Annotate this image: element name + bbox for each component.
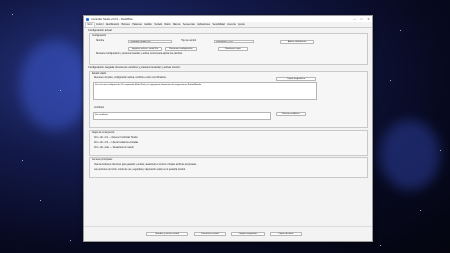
star [440,150,441,151]
tab-bar: Inicio Control Identificación Botones Pa… [84,21,372,28]
star [400,30,401,31]
window-title: Controller Studio v2.0.0 – RoxiWhite [91,17,133,21]
quick-status-group: Estado rápido Resumen del plan, configur… [89,71,368,128]
tab-sensibilidad[interactable]: Sensibilidad [211,23,226,27]
quick-access-line-2: Las opciones de Inicio, modo de uso, seg… [94,169,186,171]
tab-raton[interactable]: Ratón [163,23,172,27]
main-content: Configuración actual Configuración Nombr… [88,29,368,241]
save-activate-button[interactable]: Guardar y activar control [146,232,188,236]
tab-ayuda[interactable]: Ayuda [237,23,246,27]
nebula-glow [380,120,440,190]
quick-status-label: Estado rápido [92,72,107,75]
minimize-icon[interactable]: — [351,16,358,22]
nebula-glow [20,40,90,130]
config-group-label: Configuración [92,34,107,37]
conflicts-area[interactable]: Sin conflictos. [93,111,271,120]
tab-licencia[interactable]: Licencia [226,23,237,27]
name-label: Nombre [96,40,105,42]
tab-macros[interactable]: Macros [172,23,182,27]
window-controls: — □ ✕ [351,16,372,22]
tab-palancas[interactable]: Palancas [131,23,143,27]
star [12,14,13,15]
status-summary: Resumen del plan, configuración activa, … [94,77,167,79]
apply-distribution-button[interactable]: Aplicar distribución [280,39,314,44]
star [420,210,421,211]
tab-aplicaciones[interactable]: Aplicaciones [196,23,211,27]
star [70,240,71,241]
shortcut-disable: Ctrl + Alt + Esc — Desactivar el mando [94,147,134,149]
app-icon [86,17,89,21]
tab-identificacion[interactable]: Identificación [105,23,121,27]
shortcut-release: Ctrl + Alt + F2 — Liberar todas las entr… [94,142,139,144]
shortcuts-label: Atajos de emergencia [92,131,115,134]
footer-bar: Guardar y activar control Desactivar con… [84,226,372,241]
restore-config-button[interactable]: Restaurar configuración [165,46,197,51]
restore-copy-button[interactable]: Restaurar copia [218,46,248,51]
config-hint: Revisa la configuración y presiona Guard… [96,53,183,55]
status-detail-text: Se creó una configuración Pro separada (… [95,84,202,86]
conflicts-label: Conflictos [94,107,105,109]
shortcut-stop: Ctrl + Alt + F1 — Detener Controller Stu… [94,137,138,139]
current-config-heading: Configuración actual [88,29,112,32]
close-icon[interactable]: ✕ [365,16,372,22]
tab-secuencias[interactable]: Secuencias [182,23,196,27]
deactivate-button[interactable]: Desactivar control [194,232,226,236]
copy-diagnostic-button[interactable]: Copiar diagnóstico [276,76,316,81]
tab-inicio[interactable]: Inicio [85,21,95,27]
type-field[interactable]: DualSense / PS5 [214,39,254,43]
star [40,200,41,201]
quick-access-line-1: Usa las bottones inferiores para guardar… [94,164,197,166]
tab-gatillos[interactable]: Gatillos [143,23,153,27]
import-file-button[interactable]: Importar archivo .conte.Pro [128,46,162,51]
copy-data-button[interactable]: Copiar de datos [270,232,302,236]
name-field[interactable]: Controller Studio Pro [128,39,172,43]
config-group: Configuración Nombre Controller Studio P… [89,33,368,65]
tab-botones[interactable]: Botones [120,23,131,27]
clean-temp-button[interactable]: Limpiar temporales [231,232,265,236]
app-window: Controller Studio v2.0.0 – RoxiWhite — □… [83,15,373,242]
tab-control[interactable]: Control [95,23,105,27]
type-label: Tipo de control [181,40,197,42]
maximize-icon[interactable]: □ [358,16,365,22]
title-bar[interactable]: Controller Studio v2.0.0 – RoxiWhite — □… [84,16,372,22]
star [380,245,381,246]
star [22,160,23,161]
loaded-config-heading: Configuración cargada. Revisa los cambio… [88,66,181,69]
star [390,80,391,81]
status-detail-area[interactable]: Se creó una configuración Pro separada (… [93,82,317,100]
review-conflicts-button[interactable]: Revisar conflictos [276,112,306,116]
tab-teclado[interactable]: Teclado [153,23,163,27]
star [60,90,61,91]
shortcuts-group: Atajos de emergencia Ctrl + Alt + F1 — D… [89,130,368,156]
quick-access-group: Accesos principales Usa las bottones inf… [89,157,368,178]
conflicts-text: Sin conflictos. [95,113,109,116]
quick-access-label: Accesos principales [92,158,113,161]
